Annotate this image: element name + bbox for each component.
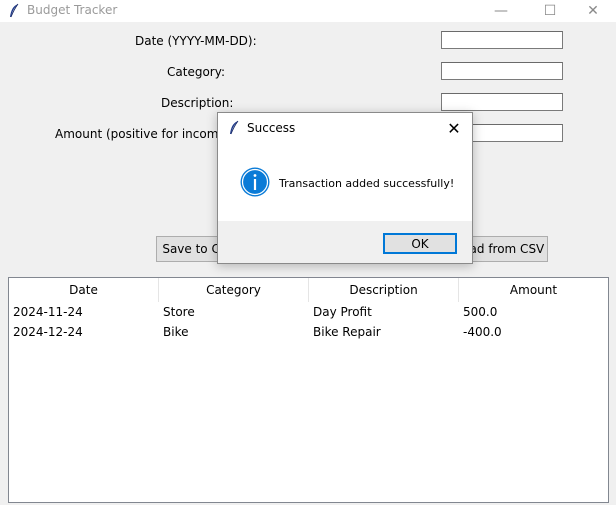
description-label: Description: [161, 96, 234, 110]
cell-category: Store [163, 305, 195, 319]
minimize-icon: — [494, 3, 508, 19]
success-dialog: Success ✕ Transaction added successfully… [217, 112, 473, 264]
column-header-amount[interactable]: Amount [459, 278, 608, 302]
category-field[interactable] [441, 62, 563, 80]
dialog-title-bar: Success ✕ [218, 113, 472, 143]
date-field[interactable] [441, 31, 563, 49]
date-label: Date (YYYY-MM-DD): [135, 34, 257, 48]
maximize-icon: ☐ [543, 3, 557, 19]
window-title: Budget Tracker [27, 3, 118, 17]
dialog-close-button[interactable]: ✕ [442, 116, 466, 140]
column-header-date[interactable]: Date [9, 278, 159, 302]
category-label: Category: [167, 65, 225, 79]
close-button[interactable]: ✕ [570, 0, 616, 22]
table-row[interactable]: 2024-12-24 Bike Bike Repair -400.0 [9, 322, 608, 342]
cell-amount: -400.0 [463, 325, 502, 339]
cell-amount: 500.0 [463, 305, 498, 319]
dialog-title: Success [247, 121, 296, 135]
table-row[interactable]: 2024-11-24 Store Day Profit 500.0 [9, 302, 608, 322]
dialog-message: Transaction added successfully! [279, 177, 455, 190]
close-icon: ✕ [587, 3, 599, 19]
cell-description: Bike Repair [313, 325, 381, 339]
minimize-button[interactable]: — [478, 0, 524, 22]
cell-date: 2024-11-24 [13, 305, 83, 319]
cell-description: Day Profit [313, 305, 372, 319]
ok-button[interactable]: OK [383, 233, 457, 254]
maximize-button[interactable]: ☐ [527, 0, 573, 22]
dialog-body: Transaction added successfully! [218, 143, 472, 221]
title-bar: Budget Tracker — ☐ ✕ [0, 0, 616, 22]
cell-date: 2024-12-24 [13, 325, 83, 339]
table-header: Date Category Description Amount [9, 278, 608, 302]
info-icon [240, 167, 270, 197]
column-header-category[interactable]: Category [159, 278, 309, 302]
transactions-table[interactable]: Date Category Description Amount 2024-11… [8, 277, 609, 503]
cell-category: Bike [163, 325, 189, 339]
column-header-description[interactable]: Description [309, 278, 459, 302]
description-field[interactable] [441, 93, 563, 111]
feather-icon [230, 120, 239, 135]
feather-icon [10, 3, 19, 18]
close-icon: ✕ [447, 118, 461, 138]
dialog-footer: OK [218, 221, 472, 263]
amount-label: Amount (positive for income, n [55, 127, 242, 141]
ok-label: OK [411, 236, 429, 251]
